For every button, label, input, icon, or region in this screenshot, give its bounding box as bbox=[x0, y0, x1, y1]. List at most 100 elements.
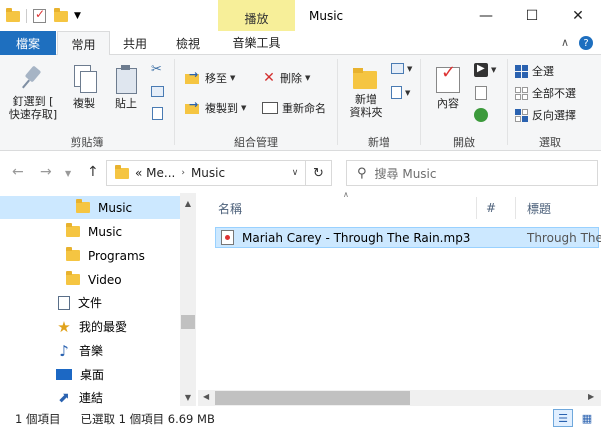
scroll-left-icon[interactable]: ◀ bbox=[203, 392, 209, 401]
tab-home[interactable]: 常用 bbox=[57, 31, 110, 56]
new-folder-icon[interactable] bbox=[54, 7, 68, 22]
navigation-pane: Music Music Programs Video 文件 ★ 我的最愛 ♪ 音… bbox=[0, 193, 196, 406]
address-dropdown-icon[interactable]: ∨ bbox=[285, 168, 305, 178]
copy-path-button[interactable] bbox=[151, 86, 164, 97]
scrollbar-thumb[interactable] bbox=[215, 391, 410, 405]
file-row[interactable]: Mariah Carey - Through The Rain.mp3 Thro… bbox=[215, 227, 601, 248]
nav-item-video[interactable]: Video bbox=[0, 268, 180, 291]
nav-item-label: Video bbox=[88, 272, 122, 287]
music-note-icon: ♪ bbox=[59, 341, 69, 360]
history-button[interactable] bbox=[474, 108, 488, 122]
open-button[interactable]: ▼ bbox=[474, 63, 496, 77]
scroll-right-icon[interactable]: ▶ bbox=[588, 392, 594, 401]
rename-icon bbox=[262, 102, 278, 114]
close-button[interactable]: ✕ bbox=[555, 0, 601, 31]
nav-item-favorites[interactable]: ★ 我的最愛 bbox=[0, 315, 180, 338]
nav-item-label: 文件 bbox=[78, 296, 103, 310]
star-icon: ★ bbox=[57, 317, 71, 336]
folder-icon bbox=[76, 199, 90, 213]
column-header-number[interactable]: # bbox=[486, 197, 496, 219]
properties-button[interactable]: 內容 bbox=[430, 66, 466, 110]
recent-locations-icon[interactable]: ▼ bbox=[65, 169, 71, 178]
select-none-label: 全部不選 bbox=[532, 87, 576, 100]
ribbon: 釘選到 [ 快速存取] 複製 貼上 ✂ 剪貼簿 移至▼ 複製到▼ ✕ 刪除▼ 重… bbox=[0, 55, 601, 151]
properties-icon[interactable] bbox=[33, 7, 46, 23]
column-separator[interactable] bbox=[476, 197, 477, 219]
folder-icon bbox=[66, 247, 80, 261]
easy-access-button[interactable]: ▼ bbox=[391, 86, 410, 99]
delete-button[interactable]: ✕ 刪除 ▼ bbox=[262, 70, 310, 86]
content-horizontal-scrollbar[interactable]: ◀ ▶ bbox=[198, 390, 601, 406]
select-none-button[interactable]: 全部不選 bbox=[515, 85, 576, 101]
up-arrow-icon[interactable]: ↑ bbox=[87, 164, 99, 180]
help-icon[interactable]: ? bbox=[579, 36, 593, 50]
move-to-button[interactable]: 移至▼ bbox=[185, 68, 235, 86]
nav-item-music-selected[interactable]: Music bbox=[0, 196, 180, 219]
delete-icon: ✕ bbox=[263, 70, 275, 86]
select-all-icon bbox=[515, 64, 528, 78]
select-none-icon bbox=[515, 86, 528, 100]
cut-button[interactable]: ✂ bbox=[151, 63, 163, 77]
tab-view[interactable]: 檢視 bbox=[165, 31, 211, 55]
nav-item-desktop[interactable]: 桌面 bbox=[0, 363, 180, 386]
copy-path-icon bbox=[151, 86, 164, 97]
scrollbar-thumb[interactable] bbox=[181, 315, 195, 329]
breadcrumb-parent[interactable]: « Me... bbox=[135, 166, 175, 180]
breadcrumb-current[interactable]: Music bbox=[191, 166, 225, 180]
link-icon: ⬈ bbox=[58, 389, 70, 406]
tab-file[interactable]: 檔案 bbox=[0, 31, 56, 55]
copy-to-icon bbox=[185, 98, 201, 115]
ribbon-collapse-icon[interactable]: ∧ bbox=[561, 36, 569, 50]
chevron-right-icon[interactable]: › bbox=[181, 168, 185, 178]
nav-item-programs[interactable]: Programs bbox=[0, 244, 180, 267]
scroll-down-icon[interactable]: ▼ bbox=[180, 393, 196, 402]
column-header-title[interactable]: 標題 bbox=[527, 197, 551, 219]
column-separator[interactable] bbox=[515, 197, 516, 219]
minimize-button[interactable]: — bbox=[463, 0, 509, 31]
dropdown-arrow-icon: ▼ bbox=[305, 74, 311, 82]
nav-item-documents[interactable]: 文件 bbox=[0, 291, 180, 314]
tab-music-tools[interactable]: 音樂工具 bbox=[218, 31, 295, 55]
new-folder-button[interactable]: 新增 資料夾 bbox=[344, 67, 388, 119]
copy-button[interactable]: 複製 bbox=[64, 65, 104, 110]
new-item-button[interactable]: ▼ bbox=[391, 63, 412, 74]
file-title: Through The bbox=[527, 230, 601, 245]
dropdown-arrow-icon: ▼ bbox=[405, 88, 411, 97]
select-all-button[interactable]: 全選 bbox=[515, 63, 554, 79]
edit-button[interactable] bbox=[475, 86, 487, 100]
search-box[interactable]: ⚲ 搜尋 Music bbox=[346, 160, 598, 186]
back-arrow-icon[interactable]: ← bbox=[12, 164, 24, 180]
qat-separator bbox=[26, 9, 27, 23]
details-view-button[interactable]: ☰ bbox=[553, 409, 573, 427]
paste-button[interactable]: 貼上 bbox=[108, 65, 144, 110]
nav-item-music-library[interactable]: ♪ 音樂 bbox=[0, 339, 180, 362]
ribbon-tabs: 檔案 常用 共用 檢視 音樂工具 bbox=[0, 31, 601, 56]
qat-customize-icon[interactable]: ▼ bbox=[74, 11, 81, 21]
rename-button[interactable]: 重新命名 bbox=[262, 100, 326, 116]
large-icons-view-button[interactable]: ▦ bbox=[577, 409, 597, 427]
pin-quick-access-button[interactable]: 釘選到 [ 快速存取] bbox=[6, 65, 60, 121]
address-bar[interactable]: « Me... › Music ∨ ↻ bbox=[106, 160, 332, 186]
paste-shortcut-icon bbox=[152, 107, 163, 120]
tab-share[interactable]: 共用 bbox=[112, 31, 158, 55]
history-icon bbox=[474, 108, 488, 122]
mp3-file-icon bbox=[221, 230, 234, 245]
forward-arrow-icon[interactable]: → bbox=[40, 164, 52, 180]
pin-icon bbox=[22, 65, 44, 91]
properties-icon bbox=[436, 66, 460, 93]
copy-icon bbox=[72, 65, 97, 93]
copy-to-button[interactable]: 複製到▼ bbox=[185, 98, 246, 116]
column-header-name[interactable]: 名稱 bbox=[218, 197, 242, 219]
media-player-icon bbox=[474, 63, 488, 77]
maximize-button[interactable]: ☐ bbox=[509, 0, 555, 31]
paste-shortcut-button[interactable] bbox=[152, 107, 163, 120]
copy-label: 複製 bbox=[73, 97, 95, 110]
nav-item-music[interactable]: Music bbox=[0, 220, 180, 243]
move-to-label: 移至 bbox=[205, 72, 227, 85]
refresh-icon[interactable]: ↻ bbox=[305, 161, 331, 185]
invert-selection-button[interactable]: 反向選擇 bbox=[515, 107, 576, 123]
scroll-up-icon[interactable]: ▲ bbox=[180, 199, 196, 208]
folder-icon[interactable] bbox=[6, 7, 20, 22]
move-to-icon bbox=[185, 68, 201, 85]
nav-pane-scrollbar[interactable]: ▲ ▼ bbox=[180, 193, 196, 406]
